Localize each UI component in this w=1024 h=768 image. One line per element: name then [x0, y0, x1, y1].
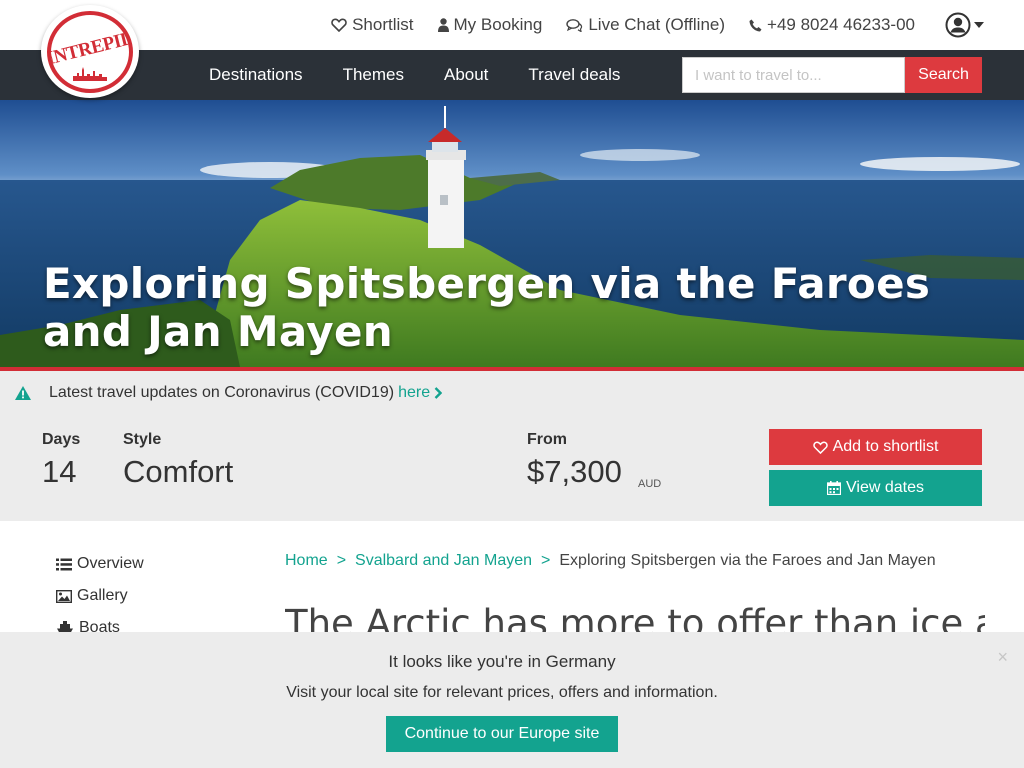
- section-nav-overview-label: Overview: [77, 555, 144, 572]
- geo-redirect-banner: It looks like you're in Germany Visit yo…: [0, 632, 1024, 768]
- nav-item-destinations[interactable]: Destinations: [209, 65, 303, 85]
- breadcrumb-svalbard[interactable]: Svalbard and Jan Mayen: [355, 552, 532, 570]
- live-chat-link[interactable]: Live Chat (Offline): [566, 15, 725, 35]
- phone-number: +49 8024 46233-00: [767, 15, 915, 34]
- trip-summary: Days 14 Style Comfort From $7,300 AUD Ad…: [0, 415, 1024, 521]
- hero-title: Exploring Spitsbergen via the Faroes and…: [43, 259, 931, 356]
- my-booking-label: My Booking: [453, 15, 543, 34]
- intrepid-logo[interactable]: INTREPID: [41, 5, 139, 98]
- price-label: From: [527, 431, 567, 448]
- image-icon: [56, 589, 72, 603]
- list-icon: [56, 558, 72, 570]
- section-nav-gallery[interactable]: Gallery: [56, 580, 236, 612]
- days-stat: Days 14: [42, 431, 80, 490]
- shortlist-label: Shortlist: [352, 15, 414, 34]
- phone-link[interactable]: +49 8024 46233-00: [749, 15, 915, 35]
- covid-notice-text: Latest travel updates on Coronavirus (CO…: [49, 384, 395, 401]
- logo-ring: INTREPID: [47, 10, 133, 93]
- heart-icon: [331, 18, 347, 32]
- add-to-shortlist-label: Add to shortlist: [832, 438, 939, 455]
- search-button[interactable]: Search: [905, 57, 982, 93]
- my-booking-link[interactable]: My Booking: [437, 15, 543, 35]
- chat-icon: [566, 18, 583, 32]
- chevron-right-icon: [434, 387, 443, 399]
- section-nav: Overview Gallery Boats: [56, 548, 236, 644]
- geo-banner-subtitle: Visit your local site for relevant price…: [286, 684, 718, 701]
- nav-links: Destinations Themes About Travel deals: [209, 50, 620, 100]
- covid-notice-link[interactable]: here: [398, 384, 443, 402]
- add-to-shortlist-button[interactable]: Add to shortlist: [769, 429, 982, 465]
- search-input[interactable]: [682, 57, 905, 93]
- days-value: 14: [42, 454, 77, 489]
- continue-to-europe-button[interactable]: Continue to our Europe site: [386, 716, 618, 752]
- utility-links: Shortlist My Booking Live Chat (Offline)…: [331, 0, 984, 50]
- caret-down-icon: [974, 22, 984, 28]
- phone-icon: [749, 19, 762, 31]
- covid-notice-link-label: here: [398, 384, 431, 401]
- close-icon[interactable]: ×: [997, 648, 1008, 666]
- utility-bar: Shortlist My Booking Live Chat (Offline)…: [0, 0, 1024, 50]
- price-currency: AUD: [638, 478, 662, 490]
- price-value: $7,300: [527, 454, 622, 489]
- breadcrumb: Home > Svalbard and Jan Mayen > Explorin…: [285, 552, 936, 570]
- breadcrumb-home[interactable]: Home: [285, 552, 328, 570]
- view-dates-button[interactable]: View dates: [769, 470, 982, 506]
- price-stat: From $7,300 AUD: [527, 431, 687, 490]
- nav-item-themes[interactable]: Themes: [343, 65, 404, 85]
- shortlist-link[interactable]: Shortlist: [331, 15, 414, 35]
- geo-banner-title: It looks like you're in Germany: [388, 652, 616, 671]
- live-chat-label: Live Chat (Offline): [588, 15, 726, 34]
- warning-icon: [15, 386, 31, 400]
- section-nav-gallery-label: Gallery: [77, 587, 128, 604]
- main-nav: Destinations Themes About Travel deals S…: [0, 50, 1024, 100]
- style-value: Comfort: [123, 454, 234, 489]
- calendar-icon: [827, 481, 841, 495]
- nav-item-travel-deals[interactable]: Travel deals: [528, 65, 620, 85]
- account-menu[interactable]: [945, 12, 984, 38]
- breadcrumb-separator: >: [336, 552, 347, 569]
- account-icon: [945, 12, 971, 38]
- covid-notice: Latest travel updates on Coronavirus (CO…: [0, 371, 1024, 415]
- nav-item-about[interactable]: About: [444, 65, 488, 85]
- logo-text: INTREPID: [47, 27, 133, 69]
- breadcrumb-current: Exploring Spitsbergen via the Faroes and…: [559, 552, 936, 569]
- logo-skyline-icon: [73, 66, 107, 81]
- section-nav-overview[interactable]: Overview: [56, 548, 236, 580]
- style-label: Style: [123, 431, 162, 448]
- hero-banner: Exploring Spitsbergen via the Faroes and…: [0, 100, 1024, 367]
- user-icon: [437, 18, 449, 32]
- breadcrumb-separator: >: [541, 552, 551, 569]
- view-dates-label: View dates: [846, 479, 924, 496]
- days-label: Days: [42, 431, 81, 448]
- style-stat: Style Comfort: [123, 431, 233, 490]
- heart-icon: [812, 440, 828, 454]
